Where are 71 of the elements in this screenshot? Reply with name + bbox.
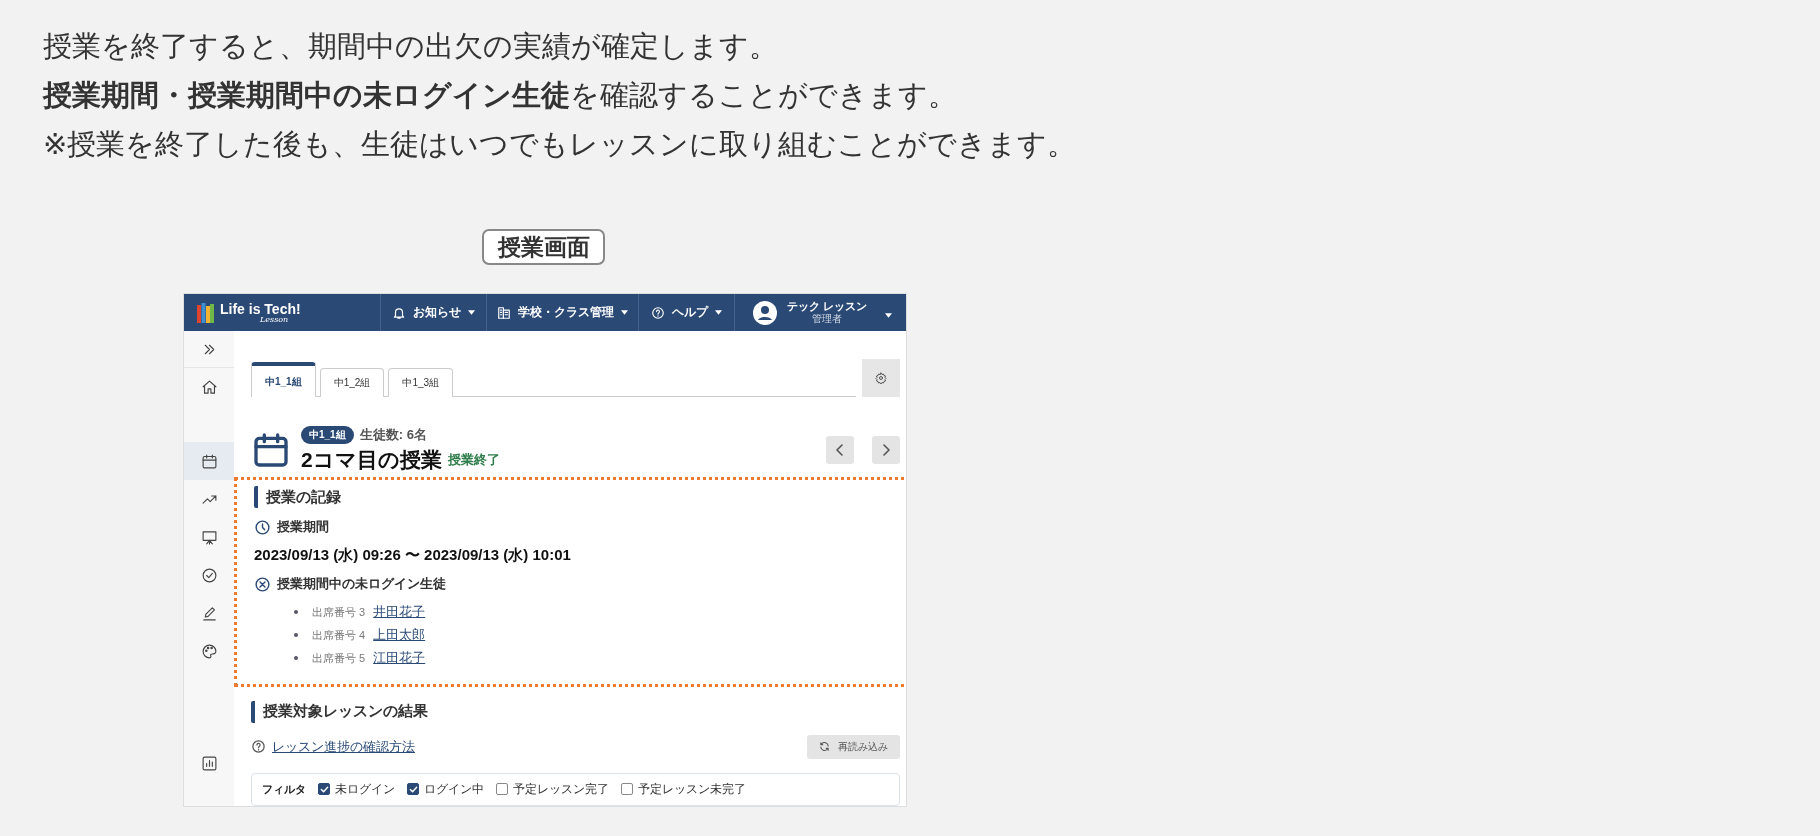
class-badge: 中1_1組: [301, 426, 354, 444]
check-icon: [408, 784, 418, 794]
settings-icon: [875, 372, 887, 384]
help-icon: [251, 739, 266, 754]
filter-option-label: 未ログイン: [335, 780, 395, 798]
check-circle-icon[interactable]: [200, 566, 218, 584]
building-icon: [497, 305, 511, 320]
chevron-right-icon: [881, 444, 891, 456]
lesson-title: 2コマ目の授業: [301, 447, 442, 473]
refresh-icon: [819, 741, 830, 752]
filter-label: フィルタ: [262, 781, 306, 797]
lesson-status: 授業終了: [447, 451, 500, 469]
bullet-icon: [294, 656, 298, 660]
intro-text: 授業期間・授業期間中の未ログイン生徒を確認することができます。: [43, 78, 958, 113]
attendance-number: 出席番号 5: [312, 650, 366, 666]
logo-text: Life is Tech!: [220, 301, 301, 316]
chevron-left-icon: [835, 444, 845, 456]
filter-option-label: ログイン中: [424, 780, 484, 798]
palette-icon[interactable]: [200, 642, 218, 660]
logo-subtext: Lesson: [260, 315, 290, 324]
filter-option-label: 予定レッスン完了: [513, 780, 609, 798]
student-link[interactable]: 江田花子: [373, 649, 426, 667]
bar-chart-icon[interactable]: [200, 754, 218, 772]
absent-label: 授業期間中の未ログイン生徒: [277, 575, 446, 593]
attendance-number: 出席番号 3: [312, 604, 366, 620]
next-button[interactable]: [872, 436, 900, 464]
reload-button[interactable]: 再読み込み: [807, 734, 900, 759]
caret-icon: [885, 312, 892, 318]
attendance-number: 出席番号 4: [312, 627, 366, 643]
class-tab[interactable]: 中1_1組: [251, 362, 316, 397]
bullet-icon: [294, 633, 298, 637]
calendar-icon: [251, 430, 291, 470]
student-count: 生徒数: 6名: [359, 426, 427, 444]
caption-label: 授業画面: [482, 229, 605, 265]
home-icon[interactable]: [200, 378, 218, 396]
filter-checkbox[interactable]: [407, 783, 419, 796]
presentation-icon[interactable]: [200, 528, 218, 546]
x-circle-icon: [254, 575, 271, 593]
user-role: 管理者: [812, 313, 843, 326]
intro-text: ※授業を終了した後も、生徒はいつでもレッスンに取り組むことができます。: [43, 127, 1078, 162]
class-tab[interactable]: 中1_3組: [388, 368, 454, 397]
caret-icon: [715, 310, 722, 315]
user-name[interactable]: テック レッスン: [787, 299, 868, 314]
student-link[interactable]: 井田花子: [373, 603, 426, 621]
nav-menu-link[interactable]: ヘルプ: [672, 304, 708, 321]
section-title: 授業の記録: [254, 486, 892, 508]
avatar-icon: [753, 300, 777, 325]
filter-checkbox[interactable]: [318, 783, 330, 796]
intro-text: 授業を終了すると、期間中の出欠の実績が確定します。: [43, 29, 779, 64]
check-icon: [319, 784, 329, 794]
filter-checkbox[interactable]: [496, 783, 508, 796]
previous-button[interactable]: [826, 436, 854, 464]
calendar-icon[interactable]: [200, 452, 218, 470]
pencil-icon[interactable]: [200, 604, 218, 622]
period-label: 授業期間: [277, 518, 329, 536]
nav-menu-link[interactable]: 学校・クラス管理: [518, 304, 614, 321]
help-link[interactable]: レッスン進捗の確認方法: [272, 737, 415, 756]
nav-menu-link[interactable]: お知らせ: [413, 304, 461, 321]
help-icon: [651, 305, 665, 320]
filter-checkbox[interactable]: [621, 783, 633, 796]
bell-icon: [392, 305, 406, 320]
caret-icon: [621, 310, 628, 315]
filter-option-label: 予定レッスン未完了: [638, 780, 746, 798]
class-tab[interactable]: 中1_2組: [319, 368, 385, 397]
student-link[interactable]: 上田太郎: [373, 626, 426, 644]
logo-icon: [197, 302, 214, 323]
bullet-icon: [294, 610, 298, 614]
period-text: 2023/09/13 (水) 09:26 〜 2023/09/13 (水) 10:01: [254, 546, 572, 565]
section-title: 授業対象レッスンの結果: [251, 700, 900, 723]
clock-icon: [254, 518, 271, 536]
caret-icon: [468, 310, 475, 315]
